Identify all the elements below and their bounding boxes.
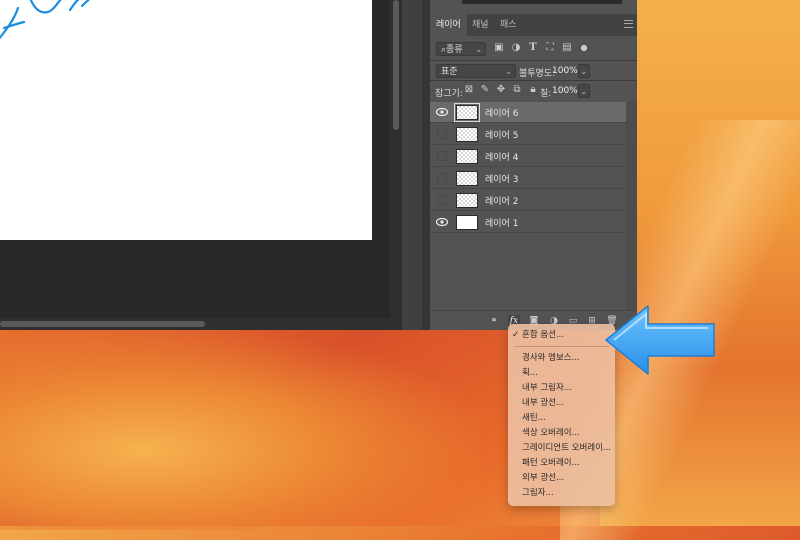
layer-thumbnail (456, 215, 478, 230)
filter-smart-object-icon[interactable]: ▤ (561, 42, 573, 54)
lock-artboard-icon[interactable]: ⧉ (511, 84, 523, 96)
pointer-arrow-icon (605, 305, 715, 375)
layer-name: 레이어 5 (485, 131, 519, 141)
blend-mode-select[interactable]: 표준 ⌄ (436, 64, 516, 78)
lock-label: 잠그기: (435, 89, 463, 99)
menu-item-gradient-overlay[interactable]: 그레이디언트 오버레이... (508, 441, 615, 456)
lock-position-icon[interactable]: ✥ (495, 84, 507, 96)
layer-list-scrollbar[interactable] (626, 102, 637, 310)
vertical-scroll-thumb[interactable] (393, 0, 399, 130)
layer-thumbnail (456, 193, 478, 208)
wallpaper-glow (0, 330, 480, 530)
vertical-scrollbar[interactable] (390, 0, 402, 330)
menu-item-outer-glow[interactable]: 외부 광선... (508, 471, 615, 486)
layer-style-menu: ✓ 혼합 옵션... 경사와 엠보스... 획... 내부 그림자... 내부 … (508, 324, 615, 506)
layer-thumbnail (456, 171, 478, 186)
fill-label: 칠: (540, 89, 552, 99)
layer-thumbnail (456, 149, 478, 164)
layer-thumbnail (456, 127, 478, 142)
layer-row[interactable]: 레이어 3 (430, 168, 626, 189)
handwriting-stroke (0, 0, 91, 40)
layer-name: 레이어 2 (485, 197, 519, 207)
filter-shape-icon[interactable]: ⛶ (544, 42, 556, 54)
layer-thumbnail (454, 103, 480, 122)
lock-transparent-icon[interactable]: ⊠ (463, 84, 475, 96)
lock-image-icon[interactable]: ✎ (479, 84, 491, 96)
layer-name: 레이어 4 (485, 153, 519, 163)
lock-all-icon[interactable]: 🔒︎ (527, 84, 539, 96)
filter-type-icon[interactable]: T (527, 42, 539, 54)
panel-gutter-edge (422, 0, 430, 330)
opacity-value[interactable]: 100% (552, 66, 578, 76)
filter-adjustment-icon[interactable]: ◑ (510, 42, 522, 54)
menu-item-pattern-overlay[interactable]: 패턴 오버레이... (508, 456, 615, 471)
canvas-area[interactable] (0, 0, 390, 318)
layer-filter-select[interactable]: ⌕종류 ⌄ (436, 42, 486, 56)
layer-name: 레이어 6 (485, 109, 519, 119)
opacity-label: 불투명도: (519, 69, 556, 79)
menu-item-drop-shadow[interactable]: 그림자... (508, 486, 615, 501)
panel-tabs: 레이어 채널 패스 (430, 14, 637, 36)
eye-icon[interactable] (436, 107, 448, 117)
visibility-toggle[interactable] (437, 129, 447, 139)
layers-panel: 레이어 채널 패스 ⌕종류 ⌄ ▣ ◑ T ⛶ ▤ ● 표준 ⌄ 불투명도: 10… (430, 0, 637, 330)
tab-paths[interactable]: 패스 (494, 14, 523, 36)
layer-row[interactable]: 레이어 2 (430, 190, 626, 211)
visibility-toggle[interactable] (437, 195, 447, 205)
menu-item-satin[interactable]: 새틴... (508, 411, 615, 426)
tab-layers[interactable]: 레이어 (430, 14, 467, 36)
checkmark-icon: ✓ (512, 330, 520, 340)
visibility-toggle[interactable] (437, 173, 447, 183)
opacity-dropdown[interactable]: ⌄ (578, 64, 590, 78)
visibility-toggle[interactable] (437, 151, 447, 161)
menu-item-inner-shadow[interactable]: 내부 그림자... (508, 381, 615, 396)
artboard[interactable] (0, 0, 372, 240)
menu-item-blending-options[interactable]: ✓ 혼합 옵션... (508, 328, 615, 343)
layer-row[interactable]: 레이어 5 (430, 124, 626, 145)
menu-item-bevel-emboss[interactable]: 경사와 엠보스... (508, 351, 615, 366)
panel-header-strip (430, 0, 637, 14)
menu-item-inner-glow[interactable]: 내부 광선... (508, 396, 615, 411)
horizontal-scroll-thumb[interactable] (0, 321, 205, 327)
eye-icon[interactable] (436, 217, 448, 227)
layer-name: 레이어 3 (485, 175, 519, 185)
photoshop-window: 레이어 채널 패스 ⌕종류 ⌄ ▣ ◑ T ⛶ ▤ ● 표준 ⌄ 불투명도: 10… (0, 0, 637, 330)
fill-value[interactable]: 100% (552, 86, 578, 96)
horizontal-scrollbar[interactable] (0, 318, 400, 330)
layer-row[interactable]: 레이어 1 (430, 212, 626, 233)
filter-toggle-icon[interactable]: ● (578, 42, 590, 54)
layer-row[interactable]: 레이어 6 (430, 102, 626, 123)
layer-name: 레이어 1 (485, 219, 519, 229)
layer-row[interactable]: 레이어 4 (430, 146, 626, 167)
menu-item-color-overlay[interactable]: 색상 오버레이... (508, 426, 615, 441)
layer-list: 레이어 6 레이어 5 레이어 4 레이어 3 레이어 2 레이어 1 (430, 102, 637, 310)
fill-dropdown[interactable]: ⌄ (578, 84, 590, 98)
tab-channels[interactable]: 채널 (466, 14, 495, 36)
panel-menu-icon[interactable] (624, 20, 633, 28)
menu-item-stroke[interactable]: 획... (508, 366, 615, 381)
filter-pixel-icon[interactable]: ▣ (493, 42, 505, 54)
link-icon[interactable]: ⚭ (488, 315, 500, 327)
